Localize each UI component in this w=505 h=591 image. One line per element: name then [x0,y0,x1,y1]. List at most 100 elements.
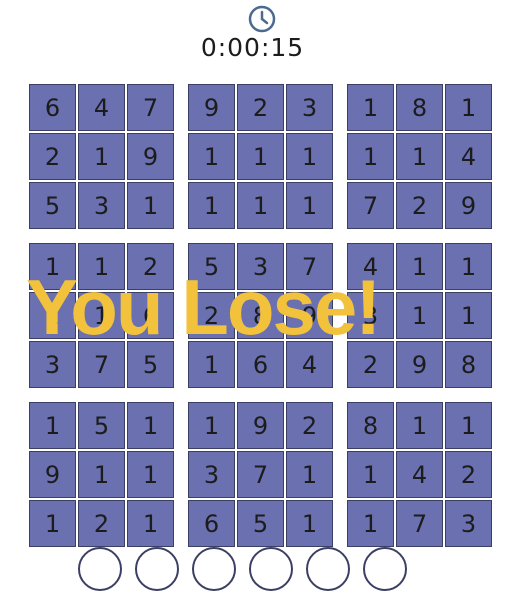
sudoku-block: 537 289 164 [188,243,333,388]
sudoku-cell[interactable]: 9 [188,84,235,131]
clock-icon [248,5,276,33]
sudoku-cell[interactable]: 1 [237,133,284,180]
sudoku-cell[interactable]: 3 [78,182,125,229]
sudoku-cell[interactable]: 8 [445,341,492,388]
sudoku-cell[interactable]: 9 [396,341,443,388]
sudoku-cell[interactable]: 9 [445,182,492,229]
sudoku-cell[interactable]: 6 [127,292,174,339]
sudoku-block: 923111111 [188,84,333,229]
sudoku-cell[interactable]: 1 [29,500,76,547]
sudoku-cell[interactable]: 9 [237,402,284,449]
sudoku-cell[interactable]: 4 [347,243,394,290]
sudoku-cell[interactable]: 1 [347,133,394,180]
sudoku-cell[interactable]: 9 [29,451,76,498]
timer: 0:00:15 [200,33,305,62]
sudoku-cell[interactable]: 1 [188,133,235,180]
sudoku-cell[interactable]: 2 [127,243,174,290]
sudoku-cell[interactable]: 7 [78,341,125,388]
sudoku-cell[interactable]: 1 [445,402,492,449]
sudoku-cell[interactable]: 2 [188,292,235,339]
sudoku-cell[interactable]: 2 [29,133,76,180]
sudoku-block: 112116375 [29,243,174,388]
sudoku-cell[interactable]: 7 [127,84,174,131]
sudoku-cell[interactable]: 5 [237,500,284,547]
number-button[interactable] [249,547,293,591]
sudoku-cell[interactable]: 7 [237,451,284,498]
sudoku-cell[interactable]: 1 [347,500,394,547]
sudoku-cell[interactable]: 1 [127,500,174,547]
sudoku-cell[interactable]: 1 [29,243,76,290]
sudoku-cell[interactable]: 6 [237,341,284,388]
sudoku-block: 151911121 [29,402,174,547]
sudoku-cell[interactable]: 1 [445,84,492,131]
sudoku-cell[interactable]: 1 [78,243,125,290]
sudoku-cell[interactable]: 5 [78,402,125,449]
sudoku-cell[interactable]: 1 [188,341,235,388]
sudoku-cell[interactable]: 3 [286,84,333,131]
sudoku-cell[interactable]: 1 [286,500,333,547]
sudoku-cell[interactable]: 7 [347,182,394,229]
sudoku-cell[interactable]: 4 [78,84,125,131]
sudoku-cell[interactable]: 1 [78,292,125,339]
sudoku-cell[interactable]: 4 [286,341,333,388]
sudoku-cell[interactable]: 1 [396,292,443,339]
number-button[interactable] [192,547,236,591]
sudoku-cell[interactable]: 2 [286,402,333,449]
number-button[interactable] [135,547,179,591]
sudoku-cell[interactable]: 1 [286,182,333,229]
sudoku-cell[interactable]: 1 [396,402,443,449]
sudoku-cell[interactable]: 2 [445,451,492,498]
sudoku-cell[interactable]: 5 [127,341,174,388]
sudoku-block: 181114729 [347,84,492,229]
sudoku-cell[interactable]: 5 [188,243,235,290]
sudoku-cell[interactable]: 1 [396,133,443,180]
sudoku-block: 192371651 [188,402,333,547]
sudoku-cell[interactable]: 8 [237,292,284,339]
number-pad [78,547,428,591]
sudoku-cell[interactable]: 1 [347,84,394,131]
sudoku-cell[interactable]: 3 [237,243,284,290]
sudoku-cell[interactable]: 7 [396,500,443,547]
sudoku-cell[interactable]: 1 [127,182,174,229]
sudoku-cell[interactable]: 9 [127,133,174,180]
sudoku-cell[interactable]: 1 [188,182,235,229]
sudoku-cell[interactable]: 3 [188,451,235,498]
number-button[interactable] [363,547,407,591]
sudoku-cell[interactable]: 1 [237,182,284,229]
sudoku-cell[interactable]: 1 [347,451,394,498]
sudoku-cell[interactable]: 2 [396,182,443,229]
sudoku-cell[interactable]: 1 [188,402,235,449]
sudoku-block: 811142173 [347,402,492,547]
sudoku-cell[interactable]: 3 [445,500,492,547]
number-button[interactable] [78,547,122,591]
sudoku-cell[interactable]: 6 [29,84,76,131]
sudoku-cell[interactable]: 1 [396,243,443,290]
sudoku-board: 6472195319231111111811147291121163755372… [29,84,495,554]
sudoku-cell[interactable]: 1 [445,292,492,339]
sudoku-cell[interactable]: 8 [396,84,443,131]
sudoku-cell[interactable]: 4 [445,133,492,180]
sudoku-cell[interactable]: 2 [78,500,125,547]
sudoku-cell[interactable]: 4 [396,451,443,498]
sudoku-cell[interactable]: 1 [78,451,125,498]
sudoku-cell[interactable]: 1 [29,292,76,339]
number-button[interactable] [306,547,350,591]
sudoku-cell[interactable]: 1 [286,451,333,498]
sudoku-cell[interactable]: 3 [347,292,394,339]
sudoku-block: 411311298 [347,243,492,388]
sudoku-cell[interactable]: 1 [445,243,492,290]
sudoku-block: 647219531 [29,84,174,229]
sudoku-cell[interactable]: 1 [286,133,333,180]
sudoku-cell[interactable]: 7 [286,243,333,290]
sudoku-cell[interactable]: 6 [188,500,235,547]
sudoku-cell[interactable]: 1 [127,451,174,498]
sudoku-cell[interactable]: 5 [29,182,76,229]
sudoku-cell[interactable]: 1 [78,133,125,180]
sudoku-cell[interactable]: 1 [127,402,174,449]
sudoku-cell[interactable]: 1 [29,402,76,449]
sudoku-cell[interactable]: 9 [286,292,333,339]
sudoku-cell[interactable]: 3 [29,341,76,388]
sudoku-cell[interactable]: 2 [347,341,394,388]
sudoku-cell[interactable]: 2 [237,84,284,131]
sudoku-cell[interactable]: 8 [347,402,394,449]
